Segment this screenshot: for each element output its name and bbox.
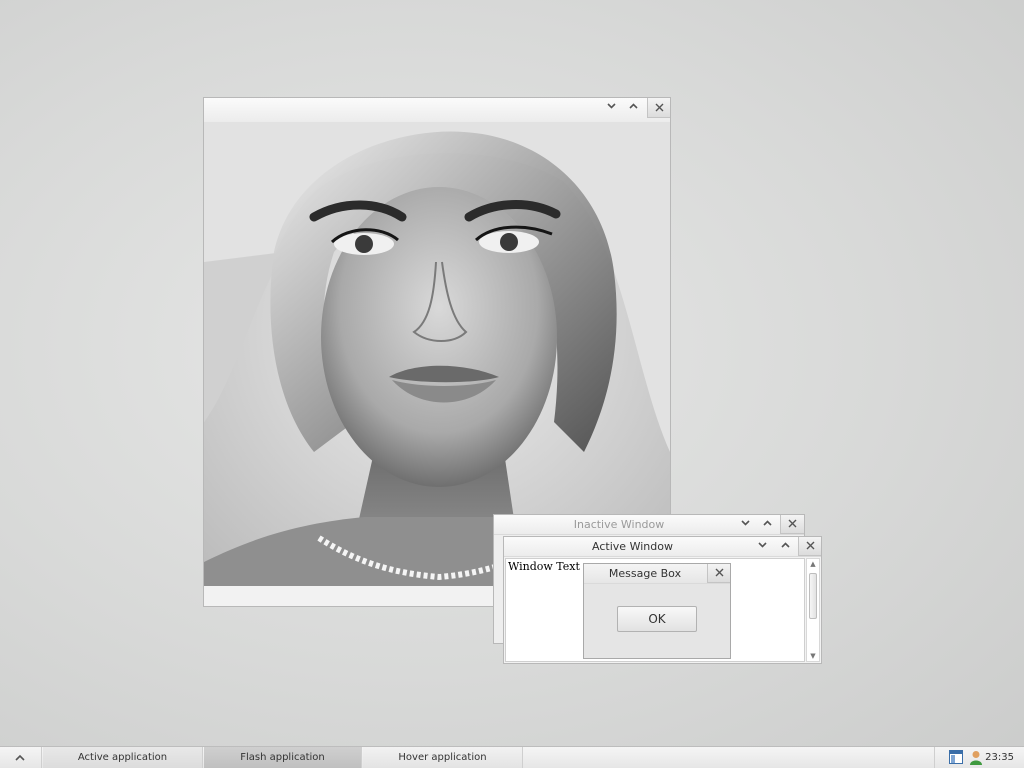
chevron-down-icon[interactable]: [600, 98, 622, 109]
message-box[interactable]: Message Box OK: [583, 563, 731, 659]
close-icon[interactable]: [707, 564, 730, 583]
task-hover-application[interactable]: Hover application: [363, 747, 523, 768]
inactive-window-titlebar[interactable]: Inactive Window: [494, 515, 804, 535]
close-icon[interactable]: [647, 98, 670, 118]
taskbar: Active application Flash application Hov…: [0, 746, 1024, 768]
close-icon[interactable]: [798, 537, 821, 556]
task-active-application[interactable]: Active application: [43, 747, 203, 768]
system-tray: 23:35: [934, 747, 1024, 768]
window-text: Window Text: [508, 560, 580, 573]
ok-button[interactable]: OK: [617, 606, 697, 632]
task-flash-application[interactable]: Flash application: [204, 747, 362, 768]
message-box-title: Message Box: [608, 567, 682, 580]
active-window-titlebar[interactable]: Active Window: [504, 537, 821, 557]
clock[interactable]: 23:35: [985, 747, 1014, 768]
inactive-window-title: Inactive Window: [573, 518, 665, 531]
scroll-up-icon[interactable]: ▲: [807, 560, 819, 568]
start-button[interactable]: [0, 747, 42, 768]
message-box-titlebar[interactable]: Message Box: [584, 564, 730, 584]
chevron-down-icon[interactable]: [734, 515, 756, 526]
chevron-up-icon[interactable]: [756, 515, 778, 526]
vertical-scrollbar[interactable]: ▲ ▼: [806, 558, 820, 662]
user-icon[interactable]: [969, 750, 983, 768]
chevron-down-icon[interactable]: [751, 537, 773, 548]
chevron-up-icon[interactable]: [774, 537, 796, 548]
scroll-down-icon[interactable]: ▼: [807, 652, 819, 660]
scrollbar-thumb[interactable]: [809, 573, 817, 619]
window-list-icon[interactable]: [949, 750, 963, 767]
close-icon[interactable]: [780, 515, 804, 534]
chevron-up-icon[interactable]: [622, 98, 644, 109]
active-window-title: Active Window: [592, 540, 673, 553]
image-window-titlebar[interactable]: [204, 98, 670, 122]
chevron-up-icon: [15, 754, 25, 761]
